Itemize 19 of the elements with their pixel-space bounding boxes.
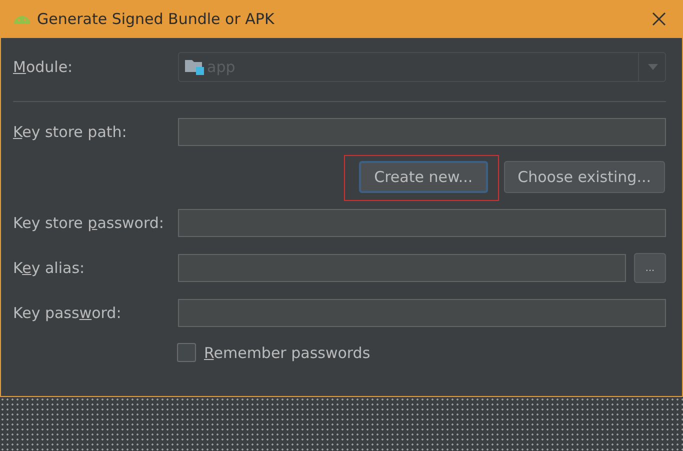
field-label: Key alias: (13, 259, 86, 277)
field-label: Key store password: (13, 214, 165, 232)
browse-button[interactable]: ... (634, 253, 666, 283)
checkbox[interactable] (177, 343, 196, 362)
android-icon (13, 14, 31, 24)
close-icon[interactable] (652, 12, 666, 26)
action-button[interactable]: Create new... (359, 161, 488, 193)
field-label: Key store path: (13, 123, 128, 141)
input-field[interactable] (178, 254, 626, 282)
field-label: Key password: (13, 304, 122, 322)
input-field[interactable] (178, 209, 666, 237)
action-button[interactable]: Choose existing... (504, 161, 665, 193)
folder-icon (185, 58, 205, 76)
checkbox-label: Remember passwords (204, 344, 370, 362)
input-field[interactable] (178, 299, 666, 327)
input-field[interactable] (178, 118, 666, 146)
dropdown-arrow-icon (648, 64, 658, 70)
window-title: Generate Signed Bundle or APK (37, 10, 276, 28)
field-label: Module: (13, 58, 74, 76)
